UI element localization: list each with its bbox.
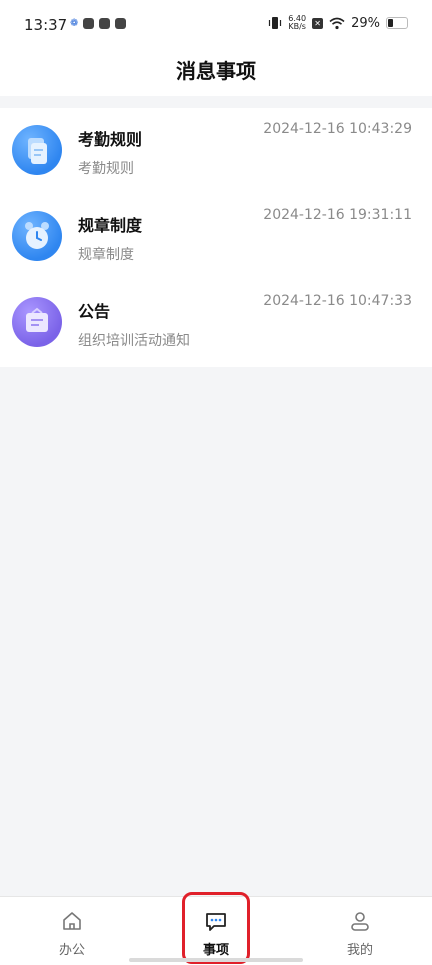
person-icon — [351, 912, 369, 931]
tab-mine[interactable]: 我的 — [288, 897, 432, 965]
home-indicator[interactable] — [129, 958, 303, 962]
tab-office[interactable]: 办公 — [0, 897, 144, 965]
document-icon — [12, 125, 62, 175]
network-speed: 6.40 KB/s — [288, 15, 306, 31]
message-time: 2024-12-16 10:47:33 — [263, 293, 412, 309]
status-bar: 13:37 ❁ 6.40 KB/s ✕ 29% — [0, 0, 432, 50]
status-time: 13:37 — [24, 16, 68, 34]
wifi-icon — [329, 17, 345, 29]
message-item-announcement[interactable]: 公告 组织培训活动通知 2024-12-16 10:47:33 — [0, 280, 432, 366]
message-title: 规章制度 — [78, 216, 143, 235]
page-title: 消息事项 — [176, 59, 256, 83]
alarm-clock-icon — [12, 211, 62, 261]
tab-label: 办公 — [58, 943, 85, 958]
message-time: 2024-12-16 10:43:29 — [263, 121, 412, 137]
message-time: 2024-12-16 19:31:11 — [263, 207, 412, 223]
message-subtitle: 规章制度 — [78, 247, 134, 263]
message-list: 考勤规则 考勤规则 2024-12-16 10:43:29 规章制度 规章制度 … — [0, 108, 432, 367]
notification-app-icon — [99, 18, 111, 29]
page-header: 消息事项 — [0, 50, 432, 96]
notification-app-icon — [115, 18, 127, 29]
battery-icon — [386, 17, 408, 29]
notification-app-icon — [83, 18, 95, 29]
bag-icon — [12, 297, 62, 347]
vibrate-icon — [269, 17, 282, 29]
message-title: 公告 — [78, 302, 111, 321]
battery-percent: 29% — [351, 15, 380, 31]
message-item-regulations[interactable]: 规章制度 规章制度 2024-12-16 19:31:11 — [0, 194, 432, 280]
home-icon — [63, 912, 81, 930]
message-subtitle: 组织培训活动通知 — [78, 333, 190, 349]
message-title: 考勤规则 — [78, 130, 143, 149]
tab-matters[interactable]: 事项 — [144, 897, 288, 965]
message-subtitle: 考勤规则 — [78, 161, 134, 177]
status-indicators: 6.40 KB/s ✕ 29% — [268, 15, 408, 31]
message-item-attendance-rules[interactable]: 考勤规则 考勤规则 2024-12-16 10:43:29 — [0, 108, 432, 194]
tab-label: 我的 — [346, 943, 373, 958]
chat-icon — [206, 913, 226, 931]
network-speed-unit: KB/s — [288, 22, 306, 31]
no-sim-icon: ✕ — [312, 17, 324, 29]
status-app-icons: ❁ — [70, 18, 127, 29]
notification-app-icon: ❁ — [70, 18, 79, 29]
bottom-tab-bar: 办公 事项 我的 — [0, 896, 432, 965]
tab-label: 事项 — [202, 943, 229, 958]
